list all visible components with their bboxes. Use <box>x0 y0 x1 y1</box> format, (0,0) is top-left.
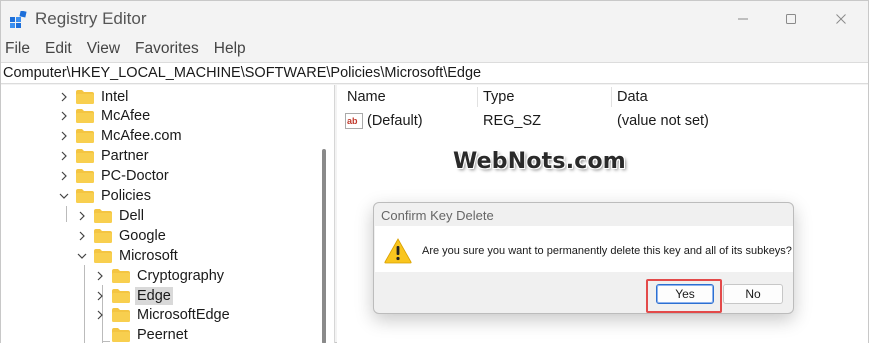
folder-icon <box>112 307 130 322</box>
menu-help[interactable]: Help <box>210 38 254 60</box>
value-type: REG_SZ <box>483 113 542 129</box>
menu-file[interactable]: File <box>1 38 38 60</box>
chevron-right-icon[interactable] <box>94 270 106 282</box>
folder-icon <box>76 89 94 104</box>
registry-editor-window: Registry Editor File Edit View Favorites… <box>0 0 869 343</box>
chevron-right-icon[interactable] <box>94 290 106 302</box>
tree-item-label: McAfee <box>101 107 151 124</box>
tree-item-partner[interactable]: Partner <box>58 146 151 165</box>
tree-item-microsoft[interactable]: Microsoft <box>76 246 180 265</box>
tree-item-mcafee[interactable]: McAfee <box>58 106 152 125</box>
chevron-down-icon[interactable] <box>58 190 70 202</box>
chevron-right-icon[interactable] <box>58 91 70 103</box>
key-tree-pane: Intel McAfee McAfee.com Partner PC-Docto… <box>1 85 335 343</box>
tree-item-edge[interactable]: Edge <box>94 286 173 305</box>
tree-item-peernet[interactable]: Peernet <box>94 325 190 343</box>
chevron-right-icon[interactable] <box>76 210 88 222</box>
tree-item-microsoftedge[interactable]: MicrosoftEdge <box>94 305 232 324</box>
dialog-message: Are you sure you want to permanently del… <box>422 245 792 257</box>
folder-icon <box>112 268 130 283</box>
minimize-icon <box>738 18 748 20</box>
chevron-right-icon[interactable] <box>76 230 88 242</box>
tree-item-policies[interactable]: Policies <box>58 186 153 205</box>
folder-icon <box>76 128 94 143</box>
folder-icon <box>76 108 94 123</box>
close-button[interactable] <box>821 7 861 31</box>
chevron-right-icon[interactable] <box>58 130 70 142</box>
value-row-default[interactable]: ab (Default) REG_SZ (value not set) <box>337 112 868 132</box>
menu-edit[interactable]: Edit <box>41 38 80 60</box>
tree-connector-line <box>84 265 85 343</box>
tree-item-label: Partner <box>101 147 149 164</box>
tree-item-label: Microsoft <box>119 247 178 264</box>
tree-item-label: Intel <box>101 88 129 105</box>
value-name: (Default) <box>367 113 423 129</box>
dialog-title: Confirm Key Delete <box>381 208 494 223</box>
chevron-right-icon[interactable] <box>58 170 70 182</box>
tree-item-google[interactable]: Google <box>76 226 168 245</box>
close-icon <box>836 14 846 24</box>
tree-item-intel[interactable]: Intel <box>58 87 130 106</box>
menu-favorites[interactable]: Favorites <box>131 38 207 60</box>
folder-open-icon <box>94 248 112 263</box>
chevron-right-icon[interactable] <box>58 150 70 162</box>
folder-open-icon <box>76 188 94 203</box>
tree-item-label: Edge <box>135 286 173 305</box>
menu-view[interactable]: View <box>83 38 128 60</box>
chevron-down-icon[interactable] <box>76 250 88 262</box>
folder-icon <box>76 148 94 163</box>
tree-item-label: PC-Doctor <box>101 167 169 184</box>
value-data: (value not set) <box>617 113 709 129</box>
column-header-name[interactable]: Name <box>347 89 386 105</box>
folder-icon <box>76 168 94 183</box>
folder-icon <box>94 208 112 223</box>
tree-item-label: Policies <box>101 187 151 204</box>
window-title: Registry Editor <box>35 9 147 28</box>
registry-editor-app-icon <box>10 11 27 28</box>
yes-button[interactable]: Yes <box>656 284 714 304</box>
title-bar: Registry Editor <box>1 1 868 37</box>
chevron-right-icon[interactable] <box>58 110 70 122</box>
column-header-data[interactable]: Data <box>617 89 648 105</box>
watermark-logo: WebNots.com <box>453 149 626 174</box>
tree-connector-line <box>66 206 67 222</box>
maximize-icon <box>786 14 796 24</box>
svg-text:ab: ab <box>347 116 358 126</box>
menu-bar: File Edit View Favorites Help <box>1 38 257 60</box>
folder-icon <box>112 327 130 342</box>
folder-icon <box>94 228 112 243</box>
confirm-key-delete-dialog: Confirm Key Delete Are you sure you want… <box>373 202 794 314</box>
tree-item-label: Google <box>119 227 166 244</box>
tree-item-label: Peernet <box>137 326 188 343</box>
column-divider[interactable] <box>611 87 612 107</box>
address-bar[interactable]: Computer\HKEY_LOCAL_MACHINE\SOFTWARE\Pol… <box>1 62 868 84</box>
minimize-button[interactable] <box>723 7 763 31</box>
tree-item-cryptography[interactable]: Cryptography <box>94 266 226 285</box>
column-divider[interactable] <box>477 87 478 107</box>
dialog-body: Are you sure you want to permanently del… <box>375 226 793 272</box>
tree-item-label: MicrosoftEdge <box>137 306 230 323</box>
tree-item-label: Cryptography <box>137 267 225 284</box>
no-button[interactable]: No <box>723 284 783 304</box>
maximize-button[interactable] <box>771 7 811 31</box>
tree-item-pc-doctor[interactable]: PC-Doctor <box>58 166 171 185</box>
address-path: Computer\HKEY_LOCAL_MACHINE\SOFTWARE\Pol… <box>3 65 482 81</box>
warning-icon <box>384 238 412 264</box>
tree-item-dell[interactable]: Dell <box>76 206 146 225</box>
column-header-type[interactable]: Type <box>483 89 514 105</box>
string-value-icon: ab <box>345 113 363 129</box>
tree-scrollbar-thumb[interactable] <box>322 149 326 343</box>
tree-item-mcafee-com[interactable]: McAfee.com <box>58 126 184 145</box>
folder-icon <box>112 288 130 303</box>
tree-item-label: Dell <box>119 207 144 224</box>
tree-item-label: McAfee.com <box>101 127 182 144</box>
chevron-right-icon[interactable] <box>94 309 106 321</box>
